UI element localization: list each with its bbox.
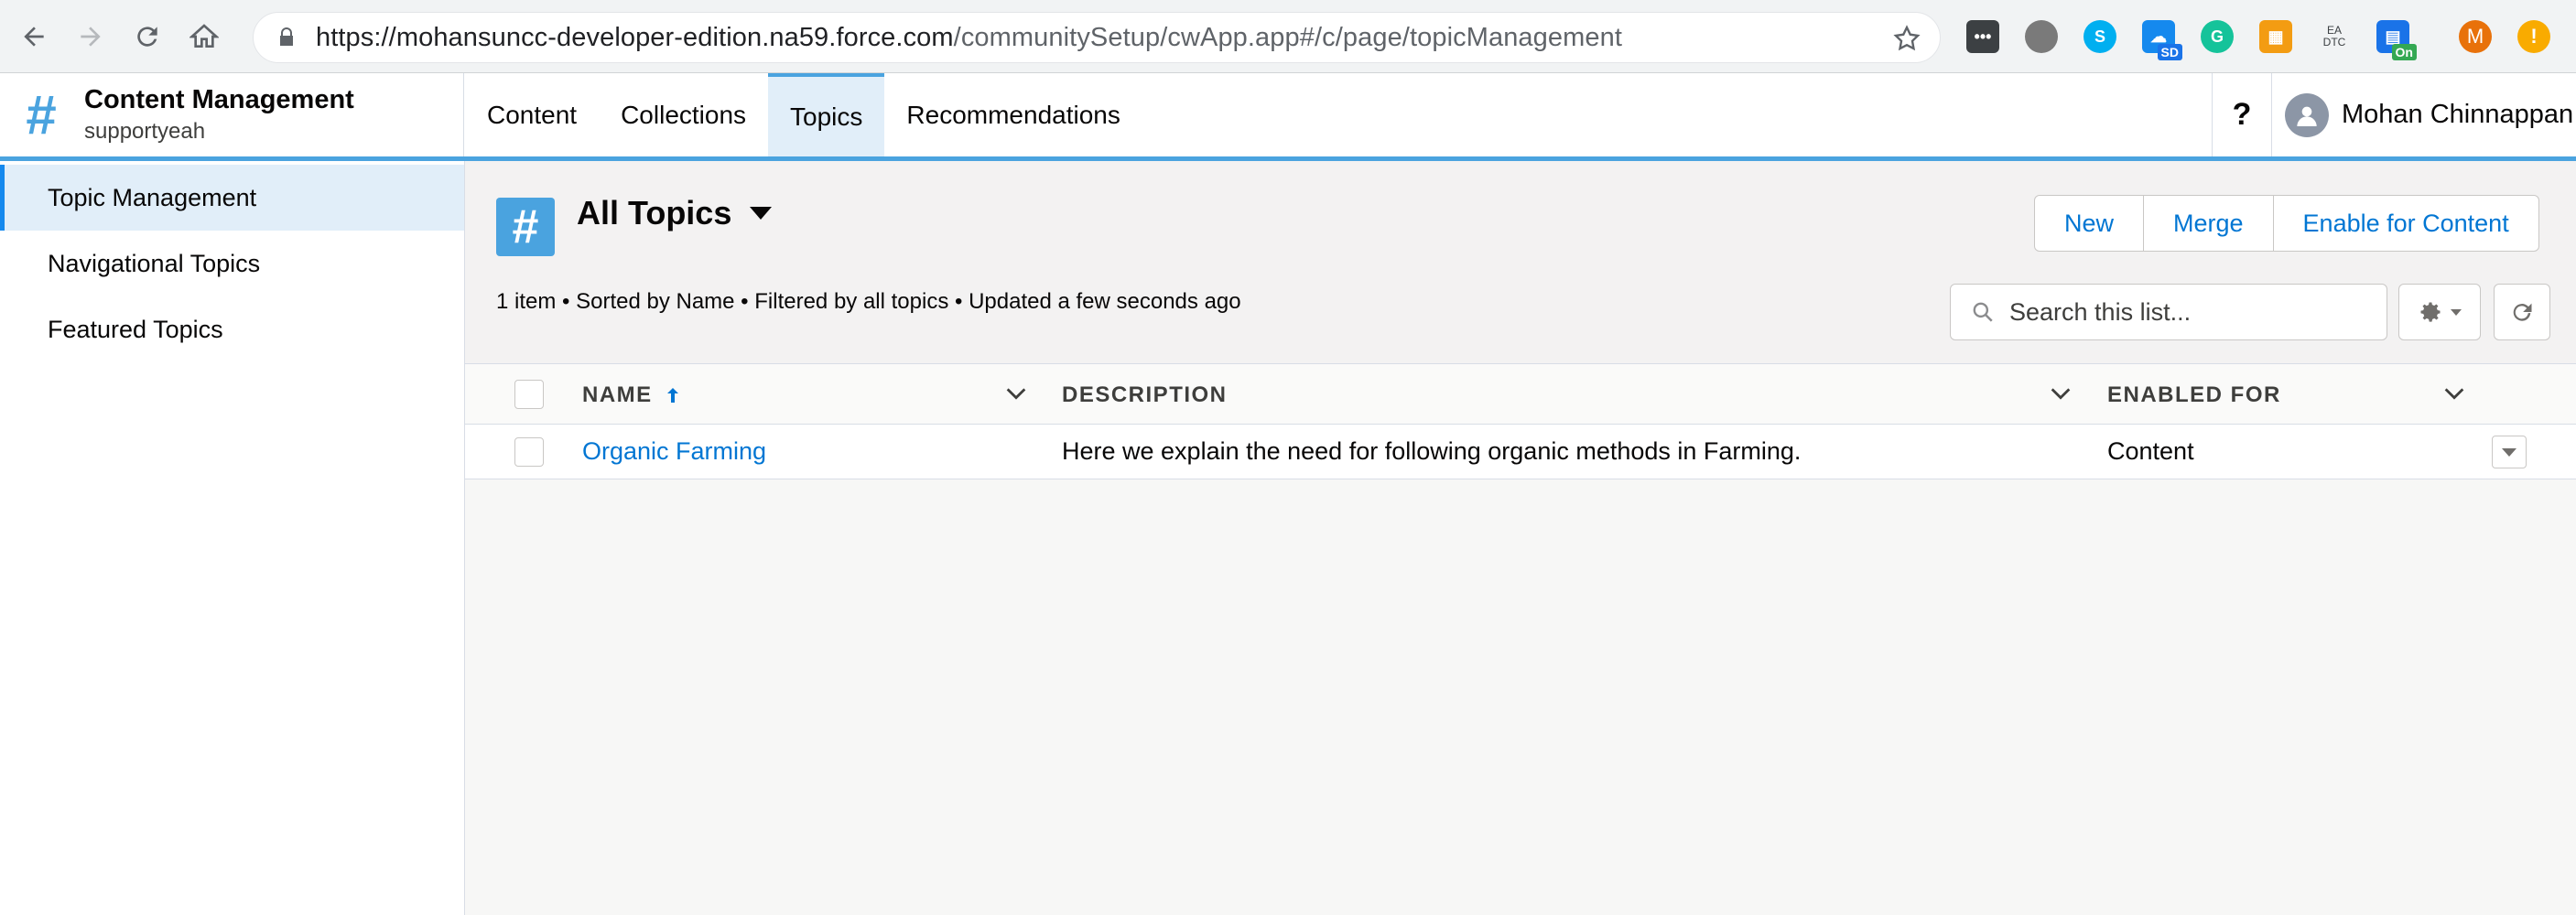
sidebar-item-topic-management[interactable]: Topic Management: [0, 165, 464, 231]
chevron-down-icon[interactable]: [2441, 381, 2467, 406]
eadtc-icon[interactable]: EA DTC: [2318, 20, 2351, 53]
grid-icon[interactable]: ▦: [2259, 20, 2292, 53]
topic-hashtag-icon: #: [496, 198, 555, 256]
search-placeholder: Search this list...: [2009, 297, 2192, 326]
eadtc-label: EA DTC: [2322, 24, 2346, 48]
row-actions-button[interactable]: [2492, 436, 2527, 468]
refresh-button[interactable]: [2494, 284, 2550, 340]
forward-button[interactable]: [68, 14, 114, 59]
tab-recommendations[interactable]: Recommendations: [884, 73, 1142, 156]
list-title: All Topics: [577, 194, 732, 231]
new-button[interactable]: New: [2035, 196, 2145, 251]
alert-icon[interactable]: !: [2517, 20, 2550, 53]
url-path: /communitySetup/cwApp.app#/c/page/topicM…: [953, 22, 1622, 52]
sidebar: Topic Management Navigational Topics Fea…: [0, 161, 465, 915]
chevron-down-icon[interactable]: [1003, 381, 1029, 406]
avatar: [2285, 92, 2329, 137]
browser-toolbar: https://mohansuncc-developer-edition.na5…: [0, 0, 2576, 73]
tab-collections[interactable]: Collections: [599, 73, 768, 156]
skype-icon[interactable]: S: [2084, 20, 2116, 53]
select-all-checkbox[interactable]: [514, 380, 544, 409]
cloud-icon[interactable]: ☁ SD: [2142, 20, 2182, 60]
row-checkbox[interactable]: [514, 437, 544, 467]
topic-enabled-for: Content: [2107, 437, 2194, 465]
column-name-label: NAME: [582, 382, 653, 407]
bookmark-star-icon[interactable]: [1892, 24, 1921, 53]
reload-icon: [137, 26, 157, 47]
home-icon: [189, 23, 219, 48]
chevron-down-icon[interactable]: [2048, 381, 2073, 406]
hashtag-icon: #: [26, 84, 57, 145]
arrow-right-icon: [81, 26, 101, 47]
app-title: Content Management: [84, 85, 354, 114]
caret-down-icon: [2502, 447, 2516, 457]
list-view-header: # All Topics 1 item • Sorted by Name • F…: [465, 161, 2576, 364]
gear-icon: [2420, 302, 2441, 322]
enable-for-content-button[interactable]: Enable for Content: [2274, 196, 2538, 251]
lock-icon: [280, 27, 293, 46]
topic-description: Here we explain the need for following o…: [1062, 437, 1802, 465]
grammarly-icon[interactable]: G: [2201, 20, 2234, 53]
arrow-up-icon: [666, 388, 678, 403]
brand-text: Content Management supportyeah: [84, 85, 354, 145]
home-button[interactable]: [181, 14, 227, 59]
column-header-description[interactable]: DESCRIPTION: [1062, 382, 1228, 408]
app-header: # Content Management supportyeah Content…: [0, 73, 2576, 161]
refresh-icon: [2513, 303, 2532, 321]
url-host: https://mohansuncc-developer-edition.na5…: [316, 22, 954, 52]
caret-down-icon: [2451, 308, 2462, 316]
extension-badge: On: [2391, 44, 2417, 60]
caret-down-icon: [750, 207, 773, 220]
main-content: # All Topics 1 item • Sorted by Name • F…: [465, 161, 2576, 915]
arrow-left-icon: [24, 26, 44, 47]
user-icon: [2297, 106, 2317, 126]
calendar-icon[interactable]: ▤ On: [2376, 20, 2417, 60]
search-input[interactable]: Search this list...: [1950, 284, 2387, 340]
profile-initial: M: [2466, 25, 2484, 48]
list-meta: 1 item • Sorted by Name • Filtered by al…: [496, 289, 1241, 314]
reload-button[interactable]: [124, 14, 170, 59]
top-nav-tabs: Content Collections Topics Recommendatio…: [465, 73, 1142, 156]
list-settings-button[interactable]: [2398, 284, 2481, 340]
sidebar-item-featured-topics[interactable]: Featured Topics: [0, 296, 464, 362]
back-button[interactable]: [11, 14, 57, 59]
table-header: NAME DESCRIPTION ENABLED FOR: [465, 364, 2576, 425]
user-name: Mohan Chinnappan: [2342, 100, 2574, 129]
table-row: Organic Farming Here we explain the need…: [465, 425, 2576, 479]
app-subtitle: supportyeah: [84, 119, 206, 144]
column-header-enabled-for[interactable]: ENABLED FOR: [2107, 382, 2281, 408]
brand: # Content Management supportyeah: [0, 73, 464, 156]
tab-content[interactable]: Content: [465, 73, 599, 156]
profile-icon[interactable]: M: [2459, 20, 2492, 53]
url-text: https://mohansuncc-developer-edition.na5…: [316, 23, 1622, 53]
user-menu[interactable]: Mohan Chinnappan: [2285, 73, 2573, 156]
merge-button[interactable]: Merge: [2144, 196, 2274, 251]
address-bar[interactable]: https://mohansuncc-developer-edition.na5…: [253, 12, 1941, 63]
sidebar-item-navigational-topics[interactable]: Navigational Topics: [0, 231, 464, 296]
topic-name-link[interactable]: Organic Farming: [582, 437, 766, 466]
action-buttons: New Merge Enable for Content: [2034, 195, 2539, 252]
search-icon: [1973, 302, 1993, 322]
list-view-selector[interactable]: All Topics: [577, 194, 773, 232]
help-button[interactable]: ?: [2212, 73, 2272, 156]
more-icon[interactable]: •••: [1966, 20, 1999, 53]
circle-icon[interactable]: [2025, 20, 2058, 53]
extension-badge: SD: [2157, 44, 2182, 60]
tab-topics[interactable]: Topics: [768, 73, 885, 156]
column-header-name[interactable]: NAME: [582, 382, 684, 408]
